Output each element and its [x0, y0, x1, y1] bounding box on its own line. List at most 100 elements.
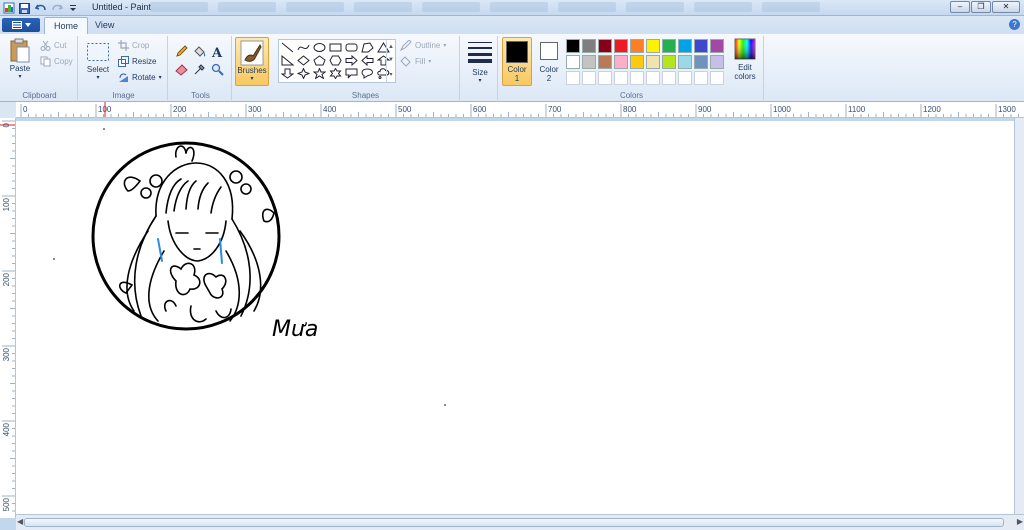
oval-callout-shape-icon[interactable] [360, 67, 375, 80]
palette-swatch[interactable] [630, 39, 644, 53]
ruler-tick-label: 1200 [923, 105, 941, 114]
paint-app-icon[interactable] [2, 2, 15, 15]
right-triangle-shape-icon[interactable] [280, 54, 295, 67]
rounded-rectangle-shape-icon[interactable] [344, 41, 359, 54]
palette-swatch[interactable] [646, 39, 660, 53]
palette-swatch[interactable] [598, 71, 612, 85]
palette-swatch[interactable] [662, 39, 676, 53]
undo-icon[interactable] [34, 2, 47, 15]
horizontal-scrollbar[interactable]: ◀ ▶ [16, 514, 1024, 530]
line-shape-icon[interactable] [280, 41, 295, 54]
palette-swatch[interactable] [678, 71, 692, 85]
palette-swatch[interactable] [598, 39, 612, 53]
palette-swatch[interactable] [582, 55, 596, 69]
palette-swatch[interactable] [662, 55, 676, 69]
paste-button[interactable]: Paste ▾ [6, 38, 34, 80]
palette-swatch[interactable] [646, 71, 660, 85]
redo-icon[interactable] [50, 2, 63, 15]
six-point-star-shape-icon[interactable] [328, 67, 343, 80]
rectangle-shape-icon[interactable] [328, 41, 343, 54]
hexagon-shape-icon[interactable] [328, 54, 343, 67]
outline-button[interactable]: Outline ▾ [400, 40, 446, 51]
pencil-icon[interactable] [174, 44, 189, 59]
size-button[interactable]: Size ▾ [465, 40, 495, 84]
palette-swatch[interactable] [582, 71, 596, 85]
right-arrow-shape-icon[interactable] [344, 54, 359, 67]
palette-swatch[interactable] [710, 71, 724, 85]
palette-swatch[interactable] [566, 39, 580, 53]
crop-label: Crop [132, 41, 150, 50]
color1-button[interactable]: Color 1 [502, 37, 532, 86]
palette-swatch[interactable] [566, 55, 580, 69]
left-arrow-shape-icon[interactable] [360, 54, 375, 67]
fill-bucket-icon [400, 56, 411, 67]
window-title: Untitled - Paint [92, 2, 152, 12]
fill-button[interactable]: Fill ▾ [400, 56, 431, 67]
palette-swatch[interactable] [598, 55, 612, 69]
palette-swatch[interactable] [694, 71, 708, 85]
palette-swatch[interactable] [662, 71, 676, 85]
palette-swatch[interactable] [614, 39, 628, 53]
tab-view[interactable]: View [86, 17, 123, 34]
file-menu-button[interactable] [2, 18, 40, 32]
scroll-right-icon[interactable]: ▶ [1017, 517, 1023, 526]
crop-button[interactable]: Crop [118, 40, 149, 51]
rectangle-callout-shape-icon[interactable] [344, 67, 359, 80]
palette-swatch[interactable] [614, 71, 628, 85]
color-picker-icon[interactable] [192, 62, 207, 77]
palette-swatch[interactable] [678, 55, 692, 69]
vertical-scrollbar[interactable] [1014, 118, 1024, 514]
maximize-button[interactable]: ❐ [971, 1, 991, 13]
rotate-button[interactable]: Rotate ▾ [118, 72, 162, 83]
palette-swatch[interactable] [566, 71, 580, 85]
pentagon-shape-icon[interactable] [312, 54, 327, 67]
palette-swatch[interactable] [694, 39, 708, 53]
palette-swatch[interactable] [614, 55, 628, 69]
down-arrow-shape-icon[interactable] [280, 67, 295, 80]
resize-button[interactable]: Resize [118, 56, 156, 67]
expand-gallery-icon[interactable]: ▾ [389, 71, 392, 78]
scroll-left-icon[interactable]: ◀ [17, 517, 23, 526]
palette-swatch[interactable] [630, 55, 644, 69]
customize-toolbar-dropdown-icon[interactable] [66, 2, 79, 15]
polygon-shape-icon[interactable] [360, 41, 375, 54]
drawing-canvas[interactable]: Mưa [16, 121, 1019, 514]
close-button[interactable]: ✕ [992, 1, 1020, 13]
shapes-gallery-scroll[interactable]: ▲ ▼ ▾ [386, 40, 395, 82]
magnifier-icon[interactable] [210, 62, 225, 77]
palette-swatch[interactable] [694, 55, 708, 69]
palette-swatch[interactable] [646, 55, 660, 69]
palette-swatch[interactable] [710, 55, 724, 69]
brushes-button[interactable]: Brushes ▾ [235, 37, 269, 86]
chevron-up-icon[interactable]: ▲ [388, 44, 394, 50]
text-tool-icon[interactable]: A [210, 44, 225, 59]
eraser-icon[interactable] [174, 62, 189, 77]
select-label: Select [86, 65, 110, 74]
palette-swatch[interactable] [630, 71, 644, 85]
palette-swatch[interactable] [678, 39, 692, 53]
color1-swatch [506, 41, 528, 63]
cut-button[interactable]: Cut [40, 40, 66, 51]
edit-colors-button[interactable]: Edit colors [730, 38, 760, 81]
tab-home[interactable]: Home [44, 17, 89, 34]
chevron-down-icon: ▾ [96, 75, 100, 81]
four-point-star-shape-icon[interactable] [296, 67, 311, 80]
curve-shape-icon[interactable] [296, 41, 311, 54]
help-icon[interactable]: ? [1009, 19, 1020, 30]
tools-group-label: Tools [191, 91, 210, 100]
diamond-shape-icon[interactable] [296, 54, 311, 67]
oval-shape-icon[interactable] [312, 41, 327, 54]
five-point-star-shape-icon[interactable] [312, 67, 327, 80]
chevron-down-icon[interactable]: ▼ [388, 57, 394, 63]
fill-bucket-icon[interactable] [192, 44, 207, 59]
paste-icon [10, 38, 30, 63]
copy-button[interactable]: Copy [40, 56, 73, 67]
color2-button[interactable]: Color 2 [535, 38, 563, 86]
select-button[interactable]: Select ▾ [84, 42, 112, 81]
minimize-button[interactable]: – [950, 1, 970, 13]
tools-group: A Tools [170, 36, 232, 100]
palette-swatch[interactable] [710, 39, 724, 53]
palette-swatch[interactable] [582, 39, 596, 53]
horizontal-scroll-thumb[interactable] [24, 518, 1004, 527]
save-icon[interactable] [18, 2, 31, 15]
